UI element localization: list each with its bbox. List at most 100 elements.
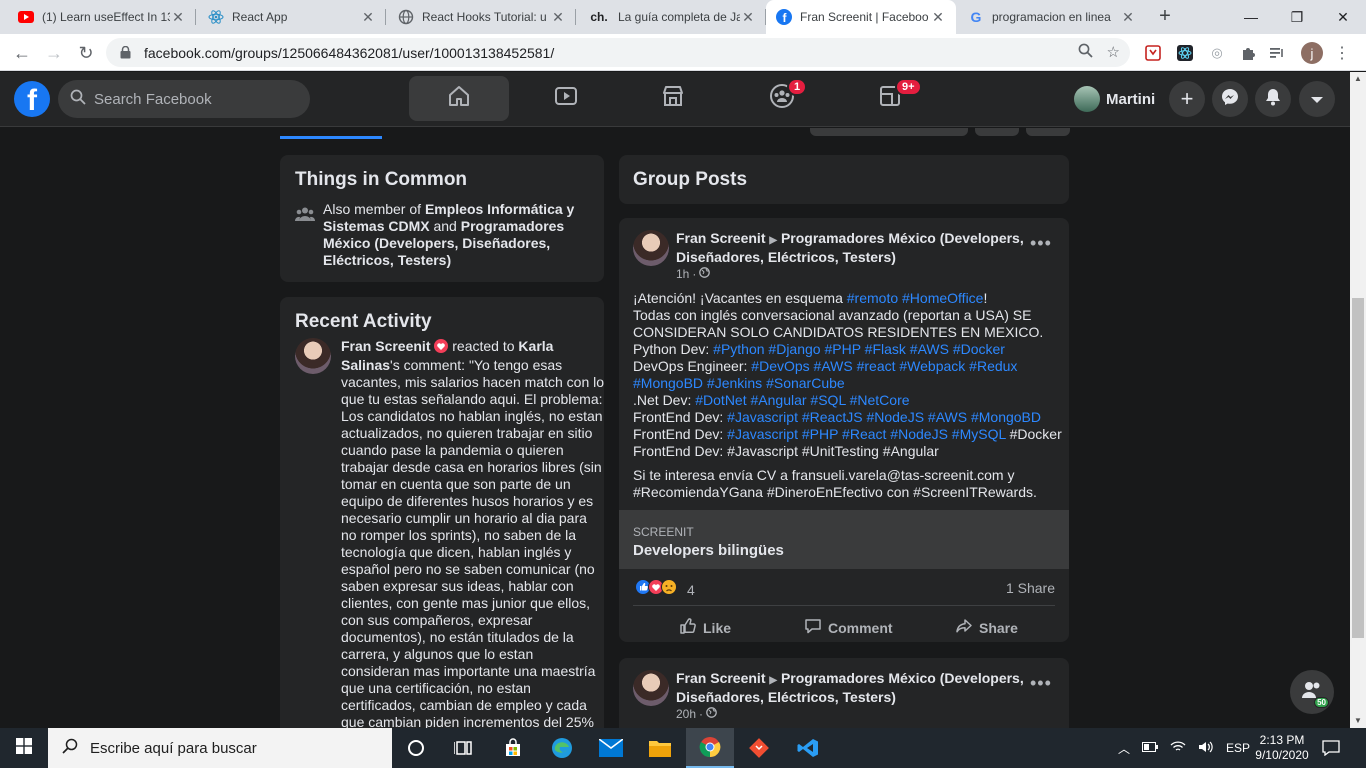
avatar[interactable] [633,670,669,706]
avatar[interactable] [633,230,669,266]
close-window-button[interactable]: ✕ [1320,0,1366,34]
author-link[interactable]: Fran Screenit [676,230,765,246]
notifications-button[interactable] [1255,81,1291,117]
scroll-down-arrow-icon[interactable]: ▼ [1350,714,1366,728]
hashtag-links[interactable]: #Python #Django #PHP #Flask #AWS #Docker [713,341,1005,357]
messenger-button[interactable] [1212,81,1248,117]
close-icon[interactable]: ✕ [1120,9,1136,26]
post-time[interactable]: 1h [676,267,689,281]
browser-tab-react-app[interactable]: React App ✕ [198,0,386,34]
cortana-icon[interactable] [392,728,440,768]
hashtag-links[interactable]: #DevOps #AWS #react #Webpack #Redux [751,358,1017,374]
profile-avatar[interactable]: j [1301,42,1323,64]
more-options-icon[interactable]: ••• [1030,233,1052,254]
group-link-empleos-cont[interactable]: Sistemas CDMX [323,218,430,234]
link-preview[interactable]: SCREENIT Developers bilingües [619,510,1069,569]
mail-icon[interactable] [587,728,635,768]
close-icon[interactable]: ✕ [740,9,756,26]
new-tab-button[interactable]: + [1153,5,1177,29]
extensions-puzzle-icon[interactable] [1238,43,1258,63]
hashtag-links[interactable]: #Javascript #PHP #React #NodeJS #MySQL [727,426,1006,442]
group-link[interactable]: Programadores México (Developers, [781,670,1024,686]
nav-marketplace[interactable] [623,76,723,121]
hashtag-links[interactable]: #Javascript #ReactJS #NodeJS #AWS #Mongo… [727,409,1041,425]
notifications-icon[interactable] [1322,728,1340,768]
file-explorer-icon[interactable] [636,728,684,768]
extension-react-icon[interactable] [1175,43,1195,63]
group-link-empleos[interactable]: Empleos Informática y [425,201,574,217]
scroll-up-arrow-icon[interactable]: ▲ [1350,72,1366,86]
group-link-programadores-cont[interactable]: México (Developers, Diseñadores, [323,235,593,252]
hashtag-link[interactable]: #remoto [847,290,898,306]
media-queue-icon[interactable] [1268,43,1288,63]
extension-circle-icon[interactable]: ◎ [1207,43,1227,63]
author-link[interactable]: Fran Screenit [676,670,765,686]
group-link-cont[interactable]: Diseñadores, Eléctricos, Testers) [676,689,1016,706]
store-icon[interactable] [489,728,537,768]
reload-icon[interactable]: ↻ [72,39,100,67]
nav-gaming[interactable]: 9+ [840,76,940,121]
hashtag-links[interactable]: #MongoBD #Jenkins #SonarCube [633,375,1062,392]
target-link-cont[interactable]: Salinas [341,357,390,373]
reaction-summary[interactable]: 4 [635,579,695,600]
create-button[interactable]: + [1169,81,1205,117]
task-view-icon[interactable] [440,728,488,768]
facebook-search[interactable] [58,80,310,118]
group-link[interactable]: Programadores México (Developers, [781,230,1024,246]
scrollbar-thumb[interactable] [1352,298,1364,638]
taskbar-search[interactable]: Escribe aquí para buscar [48,728,392,768]
more-options-icon[interactable]: ••• [1030,673,1052,694]
chrome-menu-icon[interactable]: ⋮ [1332,43,1352,63]
close-icon[interactable]: ✕ [930,9,946,26]
like-button[interactable]: Like [679,617,731,638]
volume-icon[interactable] [1198,741,1214,756]
vscode-icon[interactable] [784,728,832,768]
profile-action-button-clipped[interactable] [810,128,968,136]
account-menu-button[interactable] [1299,81,1335,117]
minimize-button[interactable]: — [1228,0,1274,34]
facebook-logo[interactable]: f [14,81,50,117]
maximize-button[interactable]: ❐ [1274,0,1320,34]
close-icon[interactable]: ✕ [550,9,566,26]
hashtag-links[interactable]: #DotNet #Angular #SQL #NetCore [695,392,909,408]
nav-groups[interactable]: 1 [732,76,832,121]
search-input[interactable] [94,90,294,108]
chrome-taskbar-icon[interactable] [686,728,734,768]
address-bar[interactable]: facebook.com/groups/125066484362081/user… [106,38,1130,67]
comment-button[interactable]: Comment [804,617,893,638]
avatar[interactable] [295,338,331,374]
browser-tab-hooks[interactable]: React Hooks Tutorial: u ✕ [388,0,576,34]
back-arrow-icon[interactable]: ← [8,39,36,67]
share-button[interactable]: Share [955,617,1018,638]
edge-icon[interactable] [538,728,586,768]
bookmark-star-icon[interactable]: ☆ [1107,43,1120,62]
page-scrollbar[interactable]: ▲ ▼ [1350,72,1366,728]
language-indicator[interactable]: ESP [1226,741,1250,755]
contacts-fab[interactable]: 50 [1290,670,1334,714]
wifi-icon[interactable] [1170,740,1186,756]
share-count[interactable]: 1 Share [1006,580,1055,596]
browser-tab-youtube[interactable]: (1) Learn useEffect In 13 ✕ [8,0,196,34]
forward-arrow-icon[interactable]: → [40,39,68,67]
chevron-up-icon[interactable]: ︿ [1118,740,1130,757]
clock[interactable]: 2:13 PM 9/10/2020 [1250,728,1314,768]
group-link-programadores[interactable]: Programadores [461,218,564,234]
extension-shield-icon[interactable] [1143,43,1163,63]
nav-watch[interactable] [516,76,616,121]
browser-tab-facebook[interactable]: f Fran Screenit | Faceboo ✕ [766,0,956,34]
git-icon[interactable] [735,728,783,768]
group-link-cont[interactable]: Diseñadores, Eléctricos, Testers) [676,249,1016,266]
browser-tab-guia[interactable]: ch. La guía completa de Jav ✕ [578,0,766,34]
close-icon[interactable]: ✕ [170,9,186,26]
profile-chip[interactable]: Martini [1074,82,1155,116]
nav-home[interactable] [409,76,509,121]
target-link[interactable]: Karla [518,338,553,354]
profile-action-button-clipped[interactable] [975,128,1019,136]
browser-tab-google[interactable]: G programacion en linea ✕ [958,0,1146,34]
profile-action-button-clipped[interactable] [1026,128,1070,136]
close-icon[interactable]: ✕ [360,9,376,26]
start-button[interactable] [0,728,48,768]
group-link-programadores-cont2[interactable]: Eléctricos, Testers) [323,252,593,269]
post-time[interactable]: 20h [676,707,696,721]
actor-link[interactable]: Fran Screenit [341,338,430,354]
